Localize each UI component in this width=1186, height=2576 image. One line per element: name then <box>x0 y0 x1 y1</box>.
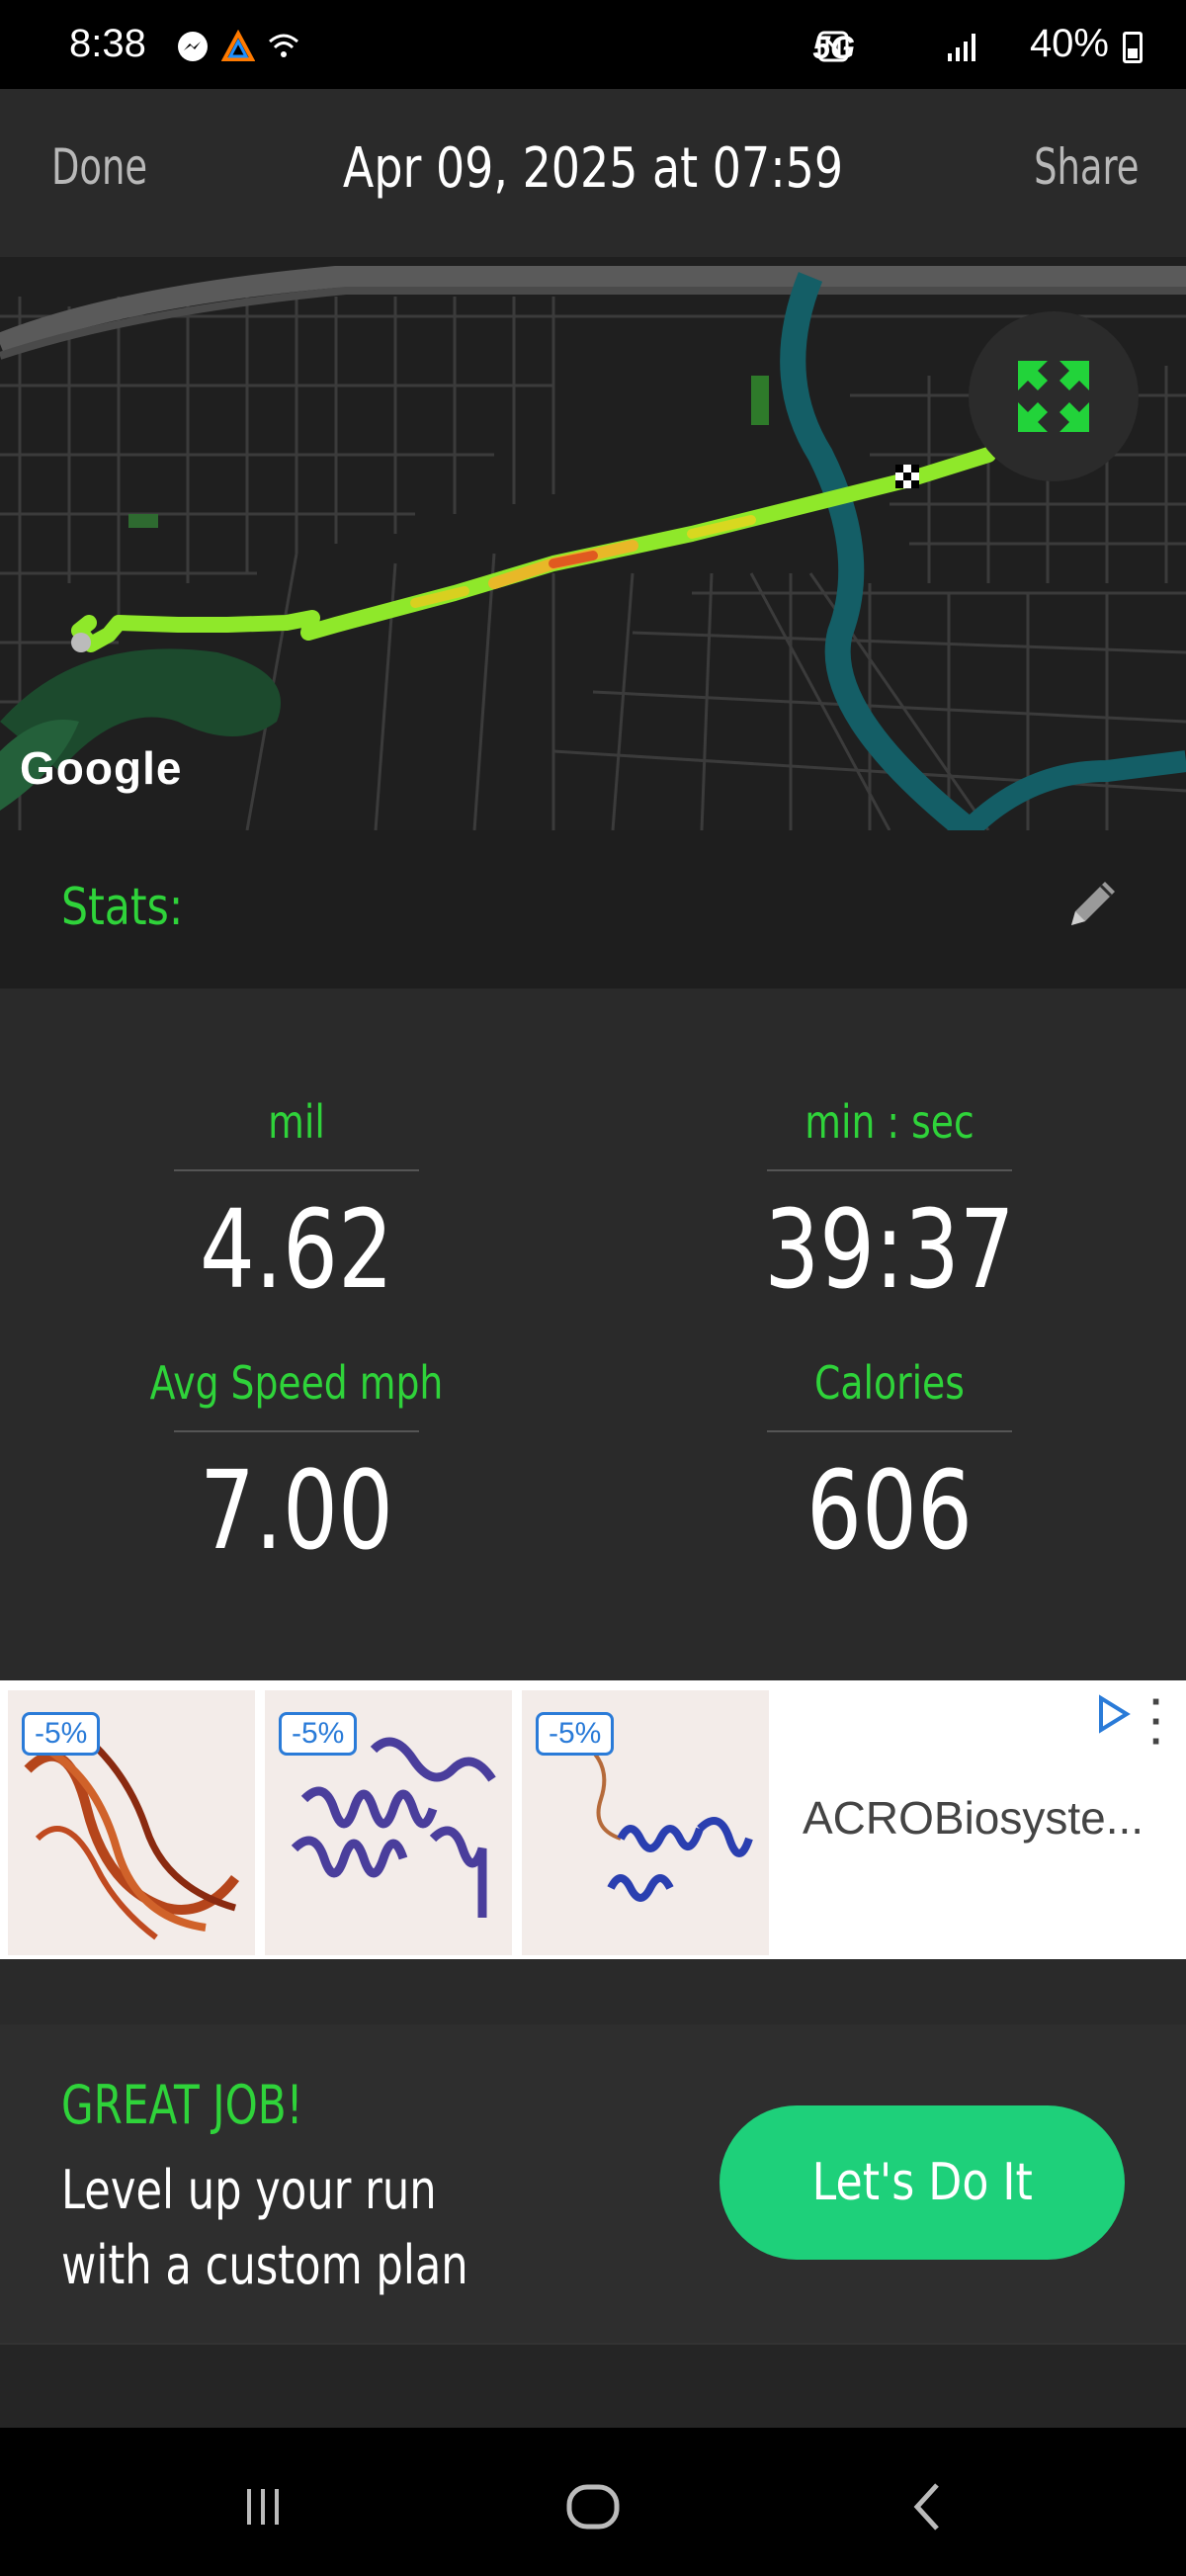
system-nav-bar <box>0 2428 1186 2576</box>
content-below <box>0 2343 1186 2428</box>
google-attribution: Google <box>20 742 183 794</box>
stats-label: Stats: <box>61 878 184 937</box>
recent-apps-icon[interactable] <box>233 2477 293 2536</box>
ad-image[interactable]: -5% <box>265 1690 512 1955</box>
expand-arrows-icon <box>1018 361 1089 432</box>
distance-value: 4.62 <box>200 1186 393 1313</box>
page-title: Apr 09, 2025 at 07:59 <box>342 136 844 201</box>
divider <box>174 1169 419 1171</box>
avg-speed-value: 7.00 <box>200 1447 393 1574</box>
button-label: Let's Do It <box>811 2153 1033 2212</box>
discount-badge: -5% <box>536 1712 615 1756</box>
divider <box>767 1169 1012 1171</box>
avg-speed-label: Avg Speed mph <box>149 1356 444 1410</box>
discount-badge: -5% <box>22 1712 101 1756</box>
home-icon[interactable] <box>563 2477 623 2536</box>
lets-do-it-button[interactable]: Let's Do It <box>720 2105 1125 2260</box>
pencil-icon[interactable] <box>1058 870 1127 939</box>
promo-card: GREAT JOB! Level up your run with a cust… <box>0 2024 1186 2343</box>
route-map[interactable]: Google <box>0 257 1186 830</box>
divider <box>174 1430 419 1432</box>
battery-icon <box>1123 32 1143 63</box>
stats-grid: mil 4.62 min : sec 39:37 Avg Speed mph 7… <box>0 988 1186 1680</box>
spacer <box>0 1959 1186 2024</box>
ad-brand-name[interactable]: ACROBiosyste... <box>803 1791 1144 1845</box>
expand-map-button[interactable] <box>969 311 1139 481</box>
divider <box>767 1430 1012 1432</box>
distance-label: mil <box>268 1095 325 1149</box>
signal-icon <box>948 34 975 61</box>
ad-banner[interactable]: -5% -5% -5% ACROBiosyste... · · · <box>0 1680 1186 1959</box>
ad-image[interactable]: -5% <box>522 1690 769 1955</box>
wifi-icon <box>269 34 298 57</box>
ad-menu-icon[interactable]: · · · <box>1150 1682 1163 1761</box>
promo-title: GREAT JOB! <box>61 2074 303 2136</box>
messenger-icon <box>178 32 208 61</box>
home-app-icon <box>221 30 255 61</box>
duration-label: min : sec <box>805 1095 974 1149</box>
stats-header: Stats: <box>0 830 1186 988</box>
discount-badge: -5% <box>279 1712 358 1756</box>
calories-value: 606 <box>806 1447 973 1574</box>
calories-label: Calories <box>814 1356 965 1410</box>
share-button[interactable]: Share <box>1024 138 1186 196</box>
status-bar: 8:38 5G 40% <box>0 0 1186 89</box>
finish-flag-icon <box>895 465 919 488</box>
ad-choices-icon[interactable] <box>1093 1694 1133 1734</box>
ad-image[interactable]: -5% <box>8 1690 255 1955</box>
network-type: 5G <box>812 30 855 65</box>
status-time: 8:38 <box>69 22 146 65</box>
duration-value: 39:37 <box>764 1186 1015 1313</box>
header: Done Apr 09, 2025 at 07:59 Share <box>0 89 1186 257</box>
back-icon[interactable] <box>899 2477 959 2536</box>
promo-text: Level up your run with a custom plan <box>61 2159 468 2296</box>
battery-percent: 40% <box>1029 22 1109 65</box>
